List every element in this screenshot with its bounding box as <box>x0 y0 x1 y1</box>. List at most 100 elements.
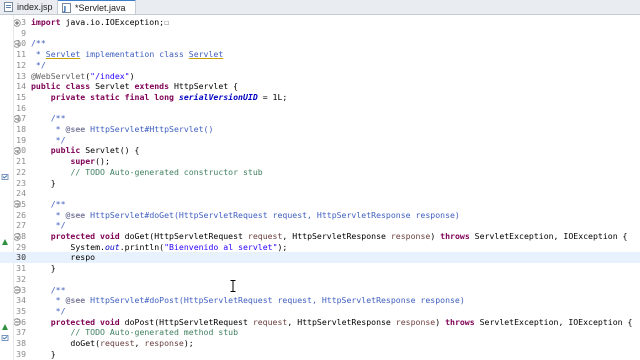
code-line[interactable]: 17 /** <box>0 113 640 124</box>
code-editor[interactable]: 3 import java.io.IOException;☐ 9 10/** 11 * … <box>0 15 640 360</box>
line-number: 32 <box>16 273 26 284</box>
code-token: /** <box>31 198 66 209</box>
code-token: .println( <box>119 241 165 252</box>
line-number: 34 <box>16 295 26 306</box>
code-token: @see <box>65 124 86 134</box>
code-token: out <box>104 241 120 252</box>
svg-text:J: J <box>63 5 67 13</box>
code-text[interactable]: /** <box>31 38 46 49</box>
code-token: response <box>144 338 184 348</box>
code-token: * <box>31 295 66 306</box>
code-token: request <box>247 231 283 241</box>
code-line[interactable]: 33 /** <box>0 285 640 296</box>
code-text[interactable]: public Servlet() { <box>31 145 140 156</box>
code-text[interactable]: /** <box>31 113 66 124</box>
code-token: ); <box>277 241 288 252</box>
code-text[interactable]: System.out.println("Bienvenido al servle… <box>31 242 287 253</box>
code-line[interactable]: 39 } <box>0 349 640 360</box>
code-token: protected void <box>50 231 120 241</box>
code-line[interactable]: 29 System.out.println("Bienvenido al ser… <box>0 242 640 253</box>
code-text[interactable]: private static final long serialVersionU… <box>31 91 288 103</box>
code-text[interactable]: * @see HttpServlet#doGet(HttpServletRequ… <box>31 210 460 221</box>
code-line[interactable]: 27 */ <box>0 220 640 231</box>
code-text[interactable]: */ <box>31 60 46 71</box>
code-token: private static final long <box>50 91 174 102</box>
code-line[interactable]: 16 <box>0 103 640 114</box>
line-number: 11 <box>16 49 26 60</box>
code-line[interactable]: 11 * Servlet implementation class Servle… <box>0 49 640 60</box>
code-text[interactable]: * @see HttpServlet#doPost(HttpServletReq… <box>31 295 465 306</box>
code-token: } <box>31 177 56 188</box>
code-text[interactable]: respo <box>31 252 95 263</box>
code-token: ) <box>430 231 441 241</box>
tab-index-jsp[interactable]: index.jsp <box>0 0 58 14</box>
code-line[interactable]: 37 // TODO Auto-generated method stub <box>0 327 640 338</box>
code-token: import <box>31 17 61 27</box>
code-text[interactable]: */ <box>31 306 66 317</box>
code-line[interactable]: 25 /** <box>0 199 640 210</box>
code-text[interactable]: } <box>31 349 56 360</box>
line-number: 36 <box>16 316 26 327</box>
code-line[interactable]: 3 import java.io.IOException;☐ <box>0 17 640 28</box>
code-line[interactable]: 32 <box>0 274 640 285</box>
line-number: 3 <box>21 17 26 27</box>
code-area[interactable]: 3 import java.io.IOException;☐ 9 10 /** 11 * … <box>16 15 640 360</box>
code-token: * <box>31 49 46 60</box>
tab-servlet-java[interactable]: J *Servlet.java <box>58 0 136 14</box>
code-line[interactable]: 18 * @see HttpServlet#HttpServlet() <box>0 124 640 135</box>
line-number: 17 <box>16 113 26 124</box>
code-token: ) <box>435 316 446 327</box>
code-text[interactable]: doGet(request, response); <box>31 338 194 349</box>
code-text[interactable]: super(); <box>31 156 110 167</box>
code-text[interactable]: } <box>31 178 56 189</box>
code-line[interactable]: 28 protected void doGet(HttpServletReque… <box>0 231 640 242</box>
code-line[interactable]: 9 <box>0 28 640 39</box>
code-text[interactable]: // TODO Auto-generated method stub <box>31 327 238 338</box>
code-line[interactable]: 12 */ <box>0 60 640 71</box>
code-token: (); <box>95 156 110 167</box>
code-text[interactable]: * Servlet implementation class Servlet <box>31 49 223 60</box>
code-text[interactable]: } <box>31 263 56 274</box>
code-text[interactable]: */ <box>31 220 66 231</box>
code-text[interactable]: /** <box>31 199 66 210</box>
code-text[interactable]: */ <box>31 135 66 146</box>
code-token: * <box>31 209 66 220</box>
code-text[interactable]: @WebServlet("/index") <box>31 71 135 82</box>
code-line[interactable]: 10 /** <box>0 38 640 49</box>
code-line[interactable]: 26 * @see HttpServlet#doGet(HttpServletR… <box>0 210 640 221</box>
code-line[interactable]: 35 */ <box>0 306 640 317</box>
code-text[interactable]: // TODO Auto-generated constructor stub <box>31 167 262 178</box>
text-cursor-icon <box>230 279 236 292</box>
code-text[interactable]: /** <box>31 285 66 296</box>
code-line[interactable]: 30 respo <box>0 252 640 264</box>
code-token: ☐ <box>164 17 170 27</box>
code-token: throws <box>440 231 470 241</box>
tab-label: *Servlet.java <box>75 2 126 13</box>
code-line[interactable]: 13 @WebServlet("/index") <box>0 71 640 82</box>
code-line[interactable]: 22 // TODO Auto-generated constructor st… <box>0 167 640 178</box>
code-line[interactable]: 19 */ <box>0 135 640 146</box>
line-number: 22 <box>16 166 26 177</box>
code-text[interactable]: protected void doGet(HttpServletRequest … <box>31 231 628 242</box>
code-token: ); <box>183 338 194 348</box>
code-token: HttpServlet#HttpServlet() <box>85 124 214 134</box>
code-line[interactable]: 31 } <box>0 263 640 274</box>
line-number: 26 <box>16 209 26 220</box>
code-line[interactable]: 20 public Servlet() { <box>0 145 640 156</box>
code-text[interactable]: protected void doPost(HttpServletRequest… <box>31 316 633 328</box>
code-line[interactable]: 36 protected void doPost(HttpServletRequ… <box>0 317 640 328</box>
code-line[interactable]: 14 public class Servlet extends HttpServl… <box>0 81 640 92</box>
code-line[interactable]: 24 <box>0 188 640 199</box>
code-text[interactable]: public class Servlet extends HttpServlet… <box>31 81 238 92</box>
code-line[interactable]: 38 doGet(request, response); <box>0 338 640 349</box>
code-line[interactable]: 23 } <box>0 178 640 189</box>
code-line[interactable]: 34 * @see HttpServlet#doPost(HttpServlet… <box>0 295 640 306</box>
code-text[interactable]: * @see HttpServlet#HttpServlet() <box>31 124 214 135</box>
code-line[interactable]: 21 super(); <box>0 156 640 167</box>
code-text[interactable]: import java.io.IOException;☐ <box>31 17 169 28</box>
code-line[interactable]: 15 private static final long serialVersi… <box>0 92 640 103</box>
